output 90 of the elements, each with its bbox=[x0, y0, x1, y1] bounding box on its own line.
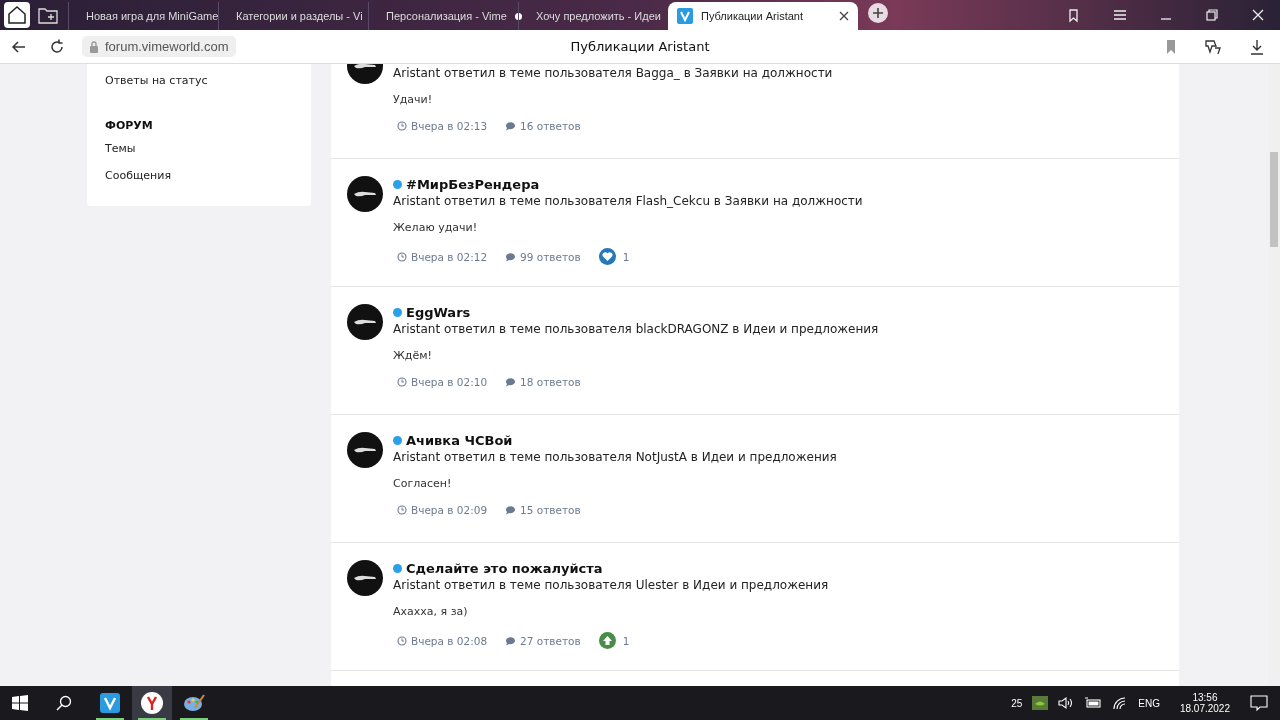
home-button[interactable] bbox=[4, 2, 30, 28]
post-time[interactable]: Вчера в 02:12 bbox=[411, 250, 488, 263]
crocodile-icon bbox=[353, 445, 377, 455]
comment-icon bbox=[505, 505, 517, 515]
language-indicator[interactable]: ENG bbox=[1138, 697, 1160, 709]
notification-icon[interactable] bbox=[1250, 695, 1268, 711]
palette-icon bbox=[183, 693, 205, 713]
comment-icon bbox=[505, 377, 517, 387]
close-tab-icon[interactable] bbox=[839, 11, 849, 21]
post-time[interactable]: Вчера в 02:10 bbox=[411, 376, 488, 388]
reply-count: 18 ответов bbox=[520, 376, 581, 388]
tab-title: Хочу предложить - Идеи bbox=[536, 10, 661, 22]
address-field[interactable]: forum.vimeworld.com bbox=[82, 36, 236, 57]
comment-icon bbox=[505, 121, 517, 131]
reload-icon[interactable] bbox=[48, 37, 66, 56]
comment-icon bbox=[505, 635, 517, 646]
gpu-icon[interactable] bbox=[1032, 696, 1049, 710]
reaction-count: 1 bbox=[622, 250, 630, 263]
tray-count: 25 bbox=[1011, 697, 1023, 709]
avatar[interactable] bbox=[347, 176, 383, 212]
windows-start-icon[interactable] bbox=[12, 695, 28, 711]
post-summary: Aristant ответил в теме пользователя Flash_Cekcu в Заявки на должности bbox=[393, 194, 863, 208]
unread-dot-icon bbox=[393, 435, 402, 445]
topic-title[interactable]: Сделайте это пожалуйста bbox=[406, 560, 603, 576]
lock-icon bbox=[89, 40, 99, 53]
tab-title: Персонализация - Vime bbox=[386, 10, 507, 22]
post-message: Ахахха, я за) bbox=[393, 605, 469, 618]
tab-title: Новая игра для MiniGame bbox=[86, 10, 219, 22]
download-icon[interactable] bbox=[1248, 37, 1266, 56]
sidebar-item[interactable]: Темы bbox=[105, 136, 293, 163]
topic-title[interactable]: Ачивка ЧСВой bbox=[406, 432, 513, 448]
sidebar-item[interactable]: Ответы на статус bbox=[105, 68, 293, 95]
app-logo-icon bbox=[100, 693, 120, 713]
clock-icon bbox=[397, 505, 407, 515]
post-time[interactable]: Вчера в 02:09 bbox=[411, 504, 488, 516]
translate-icon[interactable] bbox=[1204, 37, 1222, 56]
search-icon[interactable] bbox=[56, 695, 72, 711]
taskbar-app[interactable] bbox=[132, 686, 172, 720]
crocodile-icon bbox=[353, 573, 377, 583]
reply-count: 15 ответов bbox=[520, 504, 581, 516]
clock-icon bbox=[397, 121, 407, 131]
crocodile-icon bbox=[353, 189, 377, 199]
clock-icon bbox=[397, 377, 407, 387]
comment-icon bbox=[505, 251, 517, 262]
clock-icon bbox=[397, 635, 407, 646]
sidebar-heading: ФОРУМ bbox=[105, 118, 154, 134]
restore-icon[interactable] bbox=[1204, 7, 1220, 23]
post-summary: Aristant ответил в теме пользователя Ulester в Идеи и предложения bbox=[393, 578, 829, 592]
home-icon bbox=[7, 5, 27, 25]
tab-title: Категории и разделы - Vi bbox=[236, 10, 363, 22]
post-message: Ждём! bbox=[393, 349, 433, 362]
post-time[interactable]: Вчера в 02:08 bbox=[411, 634, 488, 647]
unread-dot-icon bbox=[393, 179, 402, 189]
scrollbar-thumb[interactable] bbox=[1270, 152, 1278, 247]
reply-count: 27 ответов bbox=[520, 634, 581, 647]
close-icon[interactable] bbox=[1250, 7, 1266, 23]
post-summary: Aristant ответил в теме пользователя blackDRAGONZ в Идеи и предложения bbox=[393, 322, 879, 336]
post-summary: Aristant ответил в теме пользователя Bagga_ в Заявки на должности bbox=[393, 66, 833, 80]
clock-date[interactable]: 18.07.2022 bbox=[1179, 703, 1230, 714]
unread-dot-icon bbox=[393, 563, 402, 573]
avatar[interactable] bbox=[347, 432, 383, 468]
topic-title[interactable]: #МирБезРендера bbox=[406, 176, 540, 192]
battery-icon[interactable] bbox=[1084, 697, 1103, 709]
avatar[interactable] bbox=[347, 560, 383, 596]
post-message: Согласен! bbox=[393, 477, 453, 490]
new-tab-group-icon[interactable] bbox=[38, 6, 58, 24]
site-favicon-icon bbox=[677, 8, 693, 24]
avatar[interactable] bbox=[347, 304, 383, 340]
unread-dot-icon bbox=[393, 307, 402, 317]
browser-logo-icon bbox=[141, 692, 163, 714]
post-message: Желаю удачи! bbox=[393, 221, 479, 234]
menu-icon[interactable] bbox=[1112, 7, 1128, 23]
reply-count: 99 ответов bbox=[520, 250, 581, 263]
reaction-count: 1 bbox=[622, 634, 630, 647]
clock-icon bbox=[397, 251, 407, 262]
bookmark-icon[interactable] bbox=[1164, 38, 1178, 55]
post-time[interactable]: Вчера в 02:13 bbox=[411, 120, 488, 132]
post-message: Удачи! bbox=[393, 93, 434, 106]
topic-title[interactable]: EggWars bbox=[406, 304, 471, 320]
crocodile-icon bbox=[353, 317, 377, 327]
tab-title: Публикации Aristant bbox=[701, 10, 804, 22]
sidebar-item[interactable]: Сообщения bbox=[105, 163, 293, 190]
browser-tab[interactable]: Публикации Aristant bbox=[668, 2, 858, 30]
plus-icon bbox=[872, 7, 884, 19]
new-tab-button[interactable] bbox=[868, 3, 888, 23]
page-title: Публикации Aristant bbox=[570, 39, 710, 54]
speaker-icon[interactable] bbox=[1058, 696, 1075, 710]
reply-count: 16 ответов bbox=[520, 120, 581, 132]
clock-time[interactable]: 13:56 bbox=[1192, 692, 1218, 703]
post-summary: Aristant ответил в теме пользователя NotJustA в Идеи и предложения bbox=[393, 450, 837, 464]
